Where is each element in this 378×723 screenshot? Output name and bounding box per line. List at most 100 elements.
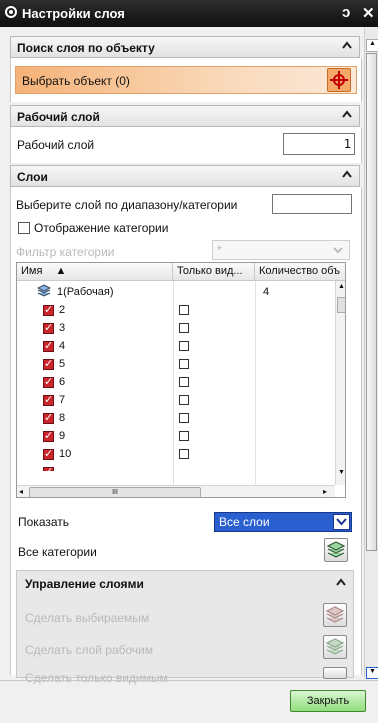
work-layer-section-title: Рабочий слой: [17, 110, 100, 124]
scroll-left-icon[interactable]: ◂: [19, 487, 23, 496]
scroll-down-icon[interactable]: ▼: [366, 667, 378, 679]
scroll-right-icon[interactable]: ▸: [323, 487, 327, 496]
view-only-checkbox[interactable]: [179, 431, 189, 441]
visible-checkbox[interactable]: [43, 339, 54, 352]
show-category-checkbox[interactable]: [18, 222, 30, 234]
view-only-checkbox[interactable]: [179, 413, 189, 423]
view-only-checkbox[interactable]: [179, 359, 189, 369]
collapse-icon[interactable]: [341, 109, 353, 121]
make-selectable-button[interactable]: [323, 603, 347, 627]
scroll-up-icon[interactable]: ▲: [338, 283, 345, 290]
show-dropdown-button[interactable]: [333, 514, 350, 530]
search-section-title: Поиск слоя по объекту: [17, 41, 155, 55]
layers-icon: [325, 638, 345, 655]
all-categories-label: Все категории: [18, 545, 97, 559]
layer-name: 4: [59, 340, 66, 352]
layer-count: 4: [263, 286, 270, 298]
layers-section-header[interactable]: Слои: [10, 165, 360, 187]
table-row[interactable]: 8: [17, 409, 335, 427]
crosshair-icon: [330, 71, 348, 89]
layer-name: 10: [59, 448, 72, 460]
visible-checkbox[interactable]: [43, 375, 54, 388]
layer-name: 9: [59, 430, 66, 442]
scroll-down-icon[interactable]: ▼: [338, 469, 345, 476]
visible-checkbox[interactable]: [43, 429, 54, 442]
scroll-thumb[interactable]: [366, 53, 377, 551]
layer-name: 1(Рабочая): [57, 286, 114, 298]
search-section-body: Выбрать объект (0): [10, 58, 362, 102]
footer-divider: [0, 680, 378, 681]
layer-name: 2: [59, 304, 66, 316]
scroll-up-icon[interactable]: ▲: [366, 39, 378, 52]
visible-checkbox[interactable]: [43, 321, 54, 334]
table-vertical-scrollbar[interactable]: ▲ ▼: [335, 281, 345, 485]
restore-icon[interactable]: ↄ: [342, 4, 350, 21]
visible-checkbox[interactable]: [43, 303, 54, 316]
layer-name: 6: [59, 376, 66, 388]
range-label: Выберите слой по диапазону/категории: [16, 198, 238, 212]
show-select[interactable]: Все слои: [214, 512, 352, 532]
chevron-down-icon: [333, 247, 343, 254]
view-only-checkbox[interactable]: [179, 323, 189, 333]
work-layer-section-header[interactable]: Рабочий слой: [10, 105, 360, 127]
visible-checkbox[interactable]: [43, 393, 54, 406]
table-row[interactable]: 5: [17, 355, 335, 373]
visible-checkbox[interactable]: [43, 411, 54, 424]
show-label: Показать: [18, 515, 70, 529]
view-only-checkbox[interactable]: [179, 305, 189, 315]
table-row[interactable]: 2: [17, 301, 335, 319]
work-layer-body: Рабочий слой 1: [10, 127, 362, 163]
select-object-row[interactable]: Выбрать объект (0): [15, 66, 357, 94]
visible-checkbox: [43, 465, 54, 471]
column-header-view-only[interactable]: Только вид...: [173, 263, 255, 281]
make-visible-only-button[interactable]: [323, 667, 347, 679]
hscroll-thumb[interactable]: III: [29, 487, 201, 497]
view-only-checkbox[interactable]: [179, 341, 189, 351]
table-horizontal-scrollbar[interactable]: ◂ III ▸: [17, 485, 335, 497]
select-object-button[interactable]: [327, 68, 351, 92]
filter-category-select[interactable]: *: [212, 240, 350, 260]
sort-ascending-icon: ▲: [55, 265, 67, 277]
table-row[interactable]: 4: [17, 337, 335, 355]
search-section-header[interactable]: Поиск слоя по объекту: [10, 36, 360, 58]
range-input[interactable]: [272, 194, 352, 214]
title-bar: Настройки слоя ↄ ✕: [0, 0, 378, 27]
layer-name: 8: [59, 412, 66, 424]
table-row[interactable]: 3: [17, 319, 335, 337]
layer-name: 3: [59, 322, 66, 334]
visible-checkbox[interactable]: [43, 447, 54, 460]
layer-name: 7: [59, 394, 66, 406]
table-row[interactable]: 6: [17, 373, 335, 391]
close-icon[interactable]: ✕: [362, 4, 375, 22]
work-layer-label: Рабочий слой: [17, 138, 95, 152]
scroll-thumb[interactable]: [337, 297, 345, 313]
make-selectable-label: Сделать выбираемым: [25, 611, 150, 625]
close-button[interactable]: Закрыть: [290, 690, 366, 712]
all-categories-button[interactable]: [324, 538, 348, 562]
view-only-checkbox[interactable]: [179, 449, 189, 459]
layer-management-title: Управление слоями: [25, 577, 144, 591]
work-layer-input[interactable]: 1: [283, 133, 355, 155]
table-row[interactable]: 7: [17, 391, 335, 409]
window-title: Настройки слоя: [22, 6, 125, 21]
panel-vertical-scrollbar[interactable]: ▲ ▼: [364, 27, 378, 679]
make-work-button[interactable]: [323, 635, 347, 659]
column-header-count[interactable]: Количество объ: [255, 263, 345, 281]
show-select-value: Все слои: [219, 515, 270, 529]
table-row[interactable]: 10: [17, 445, 335, 463]
column-header-name-label: Имя: [21, 265, 43, 277]
collapse-icon[interactable]: [341, 40, 353, 52]
chevron-down-icon: [336, 518, 347, 526]
filter-category-value: *: [217, 243, 222, 257]
table-row[interactable]: 1(Рабочая) 4: [17, 283, 335, 301]
view-only-checkbox[interactable]: [179, 395, 189, 405]
view-only-checkbox[interactable]: [179, 377, 189, 387]
column-header-name[interactable]: Имя ▲: [17, 263, 173, 281]
visible-checkbox[interactable]: [43, 357, 54, 370]
table-row[interactable]: 9: [17, 427, 335, 445]
table-row: [17, 463, 335, 471]
collapse-icon[interactable]: [335, 577, 347, 589]
gear-icon: [5, 6, 17, 18]
collapse-icon[interactable]: [341, 169, 353, 181]
layers-section-title: Слои: [17, 170, 48, 184]
